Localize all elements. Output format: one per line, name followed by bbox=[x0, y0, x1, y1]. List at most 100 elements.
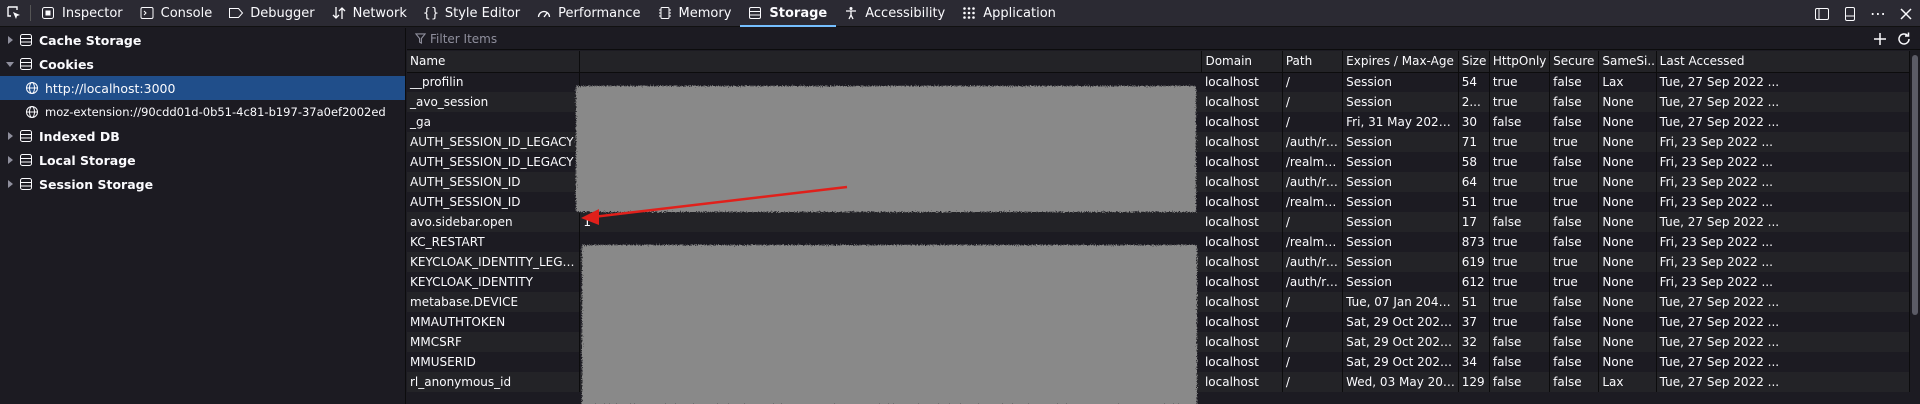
element-picker-icon[interactable] bbox=[0, 0, 28, 27]
add-item-icon[interactable] bbox=[1872, 31, 1888, 47]
globe-icon bbox=[24, 104, 40, 120]
twisty-expanded-icon[interactable] bbox=[5, 60, 14, 68]
column-header[interactable]: Last Accessed bbox=[1656, 51, 1910, 73]
tree-item-label: moz-extension://90cdd01d-0b51-4c81-b197-… bbox=[45, 105, 386, 119]
table-cell: None bbox=[1598, 232, 1657, 252]
tree-item-indexed-db[interactable]: Indexed DB bbox=[0, 124, 405, 148]
column-header[interactable]: Size bbox=[1458, 51, 1490, 73]
tab-debugger[interactable]: Debugger bbox=[221, 0, 323, 27]
tree-item-session-storage[interactable]: Session Storage bbox=[0, 172, 405, 196]
table-cell: true bbox=[1489, 92, 1551, 112]
table-cell: localhost bbox=[1201, 332, 1283, 352]
scrollbar-thumb[interactable] bbox=[1912, 55, 1918, 315]
table-cell: localhost bbox=[1201, 72, 1283, 92]
twisty-collapsed-icon[interactable] bbox=[5, 180, 14, 188]
table-cell: / bbox=[1282, 372, 1344, 392]
table-cell: /auth/re... bbox=[1282, 132, 1344, 152]
table-cell: None bbox=[1598, 152, 1657, 172]
table-cell: false bbox=[1549, 92, 1600, 112]
table-cell: true bbox=[1549, 252, 1600, 272]
table-cell: localhost bbox=[1201, 312, 1283, 332]
storage-db-icon bbox=[18, 152, 34, 168]
table-cell: 30 bbox=[1458, 112, 1490, 132]
tab-storage[interactable]: Storage bbox=[740, 0, 837, 27]
tree-item-localhost-3000[interactable]: http://localhost:3000 bbox=[0, 76, 405, 100]
table-cell: None bbox=[1598, 312, 1657, 332]
table-cell: Tue, 27 Sep 2022 ... bbox=[1656, 312, 1910, 332]
table-cell: / bbox=[1282, 292, 1344, 312]
vertical-scrollbar[interactable] bbox=[1910, 51, 1920, 404]
tab-label: Style Editor bbox=[444, 5, 521, 21]
table-cell: Session bbox=[1342, 152, 1459, 172]
twisty-collapsed-icon[interactable] bbox=[5, 156, 14, 164]
table-cell: 619 bbox=[1458, 252, 1490, 272]
column-header[interactable]: Name bbox=[407, 51, 581, 73]
tab-console[interactable]: Console bbox=[132, 0, 222, 27]
table-cell: _avo_session bbox=[407, 92, 581, 112]
table-cell: Tue, 27 Sep 2022 ... bbox=[1656, 332, 1910, 352]
tree-item-local-storage[interactable]: Local Storage bbox=[0, 148, 405, 172]
dock-icon[interactable] bbox=[1836, 6, 1864, 22]
twisty-collapsed-icon[interactable] bbox=[5, 36, 14, 44]
table-cell: Fri, 23 Sep 2022 ... bbox=[1656, 132, 1910, 152]
tab-inspector[interactable]: Inspector bbox=[33, 0, 132, 27]
table-cell: true bbox=[1549, 132, 1600, 152]
tab-label: Performance bbox=[558, 5, 641, 21]
table-cell: / bbox=[1282, 332, 1344, 352]
table-cell: /auth/re... bbox=[1282, 172, 1344, 192]
table-cell: AUTH_SESSION_ID bbox=[407, 192, 581, 212]
tab-network[interactable]: Network bbox=[324, 0, 416, 27]
storage-db-icon bbox=[18, 32, 34, 48]
column-header[interactable]: Domain bbox=[1201, 51, 1283, 73]
table-cell: true bbox=[1489, 312, 1551, 332]
table-cell: localhost bbox=[1201, 272, 1283, 292]
column-header[interactable] bbox=[579, 51, 1203, 73]
tab-application[interactable]: Application bbox=[954, 0, 1065, 27]
table-cell: false bbox=[1549, 312, 1600, 332]
column-header[interactable]: Expires / Max-Age bbox=[1342, 51, 1459, 73]
close-icon[interactable] bbox=[1892, 7, 1920, 21]
filter-items-input[interactable] bbox=[430, 31, 830, 46]
refresh-icon[interactable] bbox=[1896, 31, 1912, 47]
more-icon[interactable]: ⋯ bbox=[1864, 4, 1892, 23]
cookies-table-panel: Name DomainPathExpires / Max-AgeSizeHttpO… bbox=[407, 28, 1920, 404]
column-header[interactable]: SameSi... bbox=[1598, 51, 1657, 73]
table-cell: Session bbox=[1342, 92, 1459, 112]
tab-memory[interactable]: Memory bbox=[650, 0, 741, 27]
table-cell: localhost bbox=[1201, 352, 1283, 372]
table-cell: Lax bbox=[1598, 372, 1657, 392]
tree-item-moz-extension-90cdd01d-0b51-4c[interactable]: moz-extension://90cdd01d-0b51-4c81-b197-… bbox=[0, 100, 405, 124]
table-cell: false bbox=[1549, 72, 1600, 92]
table-cell: Sat, 29 Oct 2022 ... bbox=[1342, 352, 1459, 372]
style-editor-icon: {} bbox=[422, 5, 440, 21]
table-cell: /realms/... bbox=[1282, 152, 1344, 172]
column-header[interactable]: Path bbox=[1282, 51, 1344, 73]
tree-item-cookies[interactable]: Cookies bbox=[0, 52, 405, 76]
table-cell: metabase.DEVICE bbox=[407, 292, 581, 312]
tab-accessibility[interactable]: Accessibility bbox=[836, 0, 954, 27]
table-cell: Session bbox=[1342, 252, 1459, 272]
table-cell: localhost bbox=[1201, 112, 1283, 132]
table-cell: 51 bbox=[1458, 192, 1490, 212]
table-cell: None bbox=[1598, 192, 1657, 212]
table-cell: 2... bbox=[1458, 92, 1490, 112]
redaction-block bbox=[576, 86, 1196, 212]
table-cell: None bbox=[1598, 292, 1657, 312]
table-cell: None bbox=[1598, 352, 1657, 372]
tab-style-editor[interactable]: {} Style Editor bbox=[416, 0, 529, 27]
tree-item-label: Cookies bbox=[39, 56, 94, 72]
table-cell: 17 bbox=[1458, 212, 1490, 232]
storage-icon bbox=[747, 5, 763, 21]
twisty-collapsed-icon[interactable] bbox=[5, 132, 14, 140]
table-cell: 873 bbox=[1458, 232, 1490, 252]
column-header[interactable]: Secure bbox=[1549, 51, 1600, 73]
table-row[interactable]: avo.sidebar.open 1 localhost / Session 17 fals… bbox=[407, 212, 1910, 232]
tree-item-cache-storage[interactable]: Cache Storage bbox=[0, 28, 405, 52]
table-cell: true bbox=[1489, 232, 1551, 252]
responsive-mode-icon[interactable] bbox=[1808, 6, 1836, 22]
column-header[interactable]: HttpOnly bbox=[1489, 51, 1551, 73]
memory-icon bbox=[657, 5, 673, 21]
tab-performance[interactable]: Performance bbox=[529, 0, 649, 27]
table-cell: false bbox=[1489, 372, 1551, 392]
table-cell: localhost bbox=[1201, 232, 1283, 252]
